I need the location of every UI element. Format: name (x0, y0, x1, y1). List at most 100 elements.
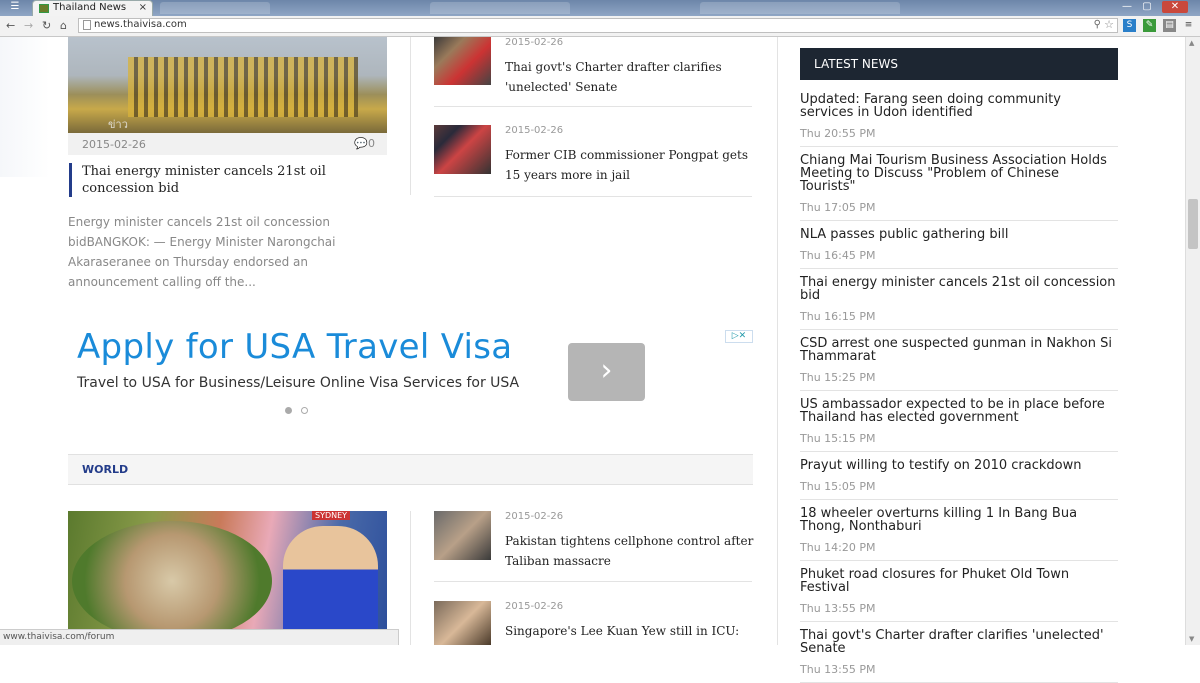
vertical-scrollbar[interactable]: ▲ ▼ (1185, 37, 1200, 645)
window-close-button[interactable]: ✕ (1162, 1, 1188, 13)
latest-news-item-time: Thu 13:55 PM (800, 663, 876, 676)
ad-banner[interactable]: Apply for USA Travel Visa Travel to USA … (68, 327, 753, 417)
adchoices-icon[interactable]: ▷✕ (725, 330, 753, 343)
comment-count-value: 0 (368, 137, 375, 150)
latest-news-item-time: Thu 14:20 PM (800, 541, 876, 554)
main-story-meta: 2015-02-26 💬0 (68, 133, 387, 155)
ad-carousel-dots (285, 399, 317, 418)
side-story-date: 2015-02-26 (505, 125, 564, 136)
extension-icon[interactable]: ▤ (1163, 19, 1176, 32)
latest-news-item-title[interactable]: NLA passes public gathering bill (800, 228, 1118, 241)
world-story-date: 2015-02-26 (505, 511, 564, 522)
side-story[interactable]: 2015-02-26 Thai govt's Charter drafter c… (434, 37, 752, 107)
latest-news-item-title[interactable]: Prayut willing to testify on 2010 crackd… (800, 459, 1118, 472)
star-icon[interactable]: ☆ (1104, 18, 1114, 31)
tab-thailand-news[interactable]: Thailand News × (32, 0, 153, 16)
world-story[interactable]: 2015-02-26 Singapore's Lee Kuan Yew stil… (434, 601, 752, 645)
minimize-button[interactable]: — (1118, 1, 1136, 13)
world-story-thumbnail[interactable] (434, 511, 491, 560)
latest-news-item[interactable]: US ambassador expected to be in place be… (800, 391, 1118, 452)
image-location-tag: SYDNEY (312, 511, 351, 520)
column-divider (410, 511, 411, 645)
latest-news-item[interactable]: Prayut willing to testify on 2010 crackd… (800, 452, 1118, 500)
background-tab[interactable] (160, 2, 270, 14)
reload-icon[interactable]: ↻ (42, 19, 51, 32)
latest-news-item[interactable]: Chiang Mai Tourism Business Association … (800, 147, 1118, 221)
latest-news-item-title[interactable]: US ambassador expected to be in place be… (800, 398, 1118, 424)
status-bar: www.thaivisa.com/forum (0, 629, 399, 645)
world-story-title[interactable]: Pakistan tightens cellphone control afte… (505, 531, 755, 571)
home-icon[interactable]: ⌂ (60, 19, 67, 32)
latest-news-item[interactable]: Phuket road closures for Phuket Old Town… (800, 561, 1118, 622)
latest-news-item[interactable]: Thai energy minister cancels 21st oil co… (800, 269, 1118, 330)
menu-icon[interactable]: ≡ (1182, 19, 1195, 32)
tab-strip: ☰ Thailand News × — ▢ ✕ (0, 0, 1200, 16)
world-story-title[interactable]: Singapore's Lee Kuan Yew still in ICU: (505, 621, 755, 641)
side-story-thumbnail[interactable] (434, 125, 491, 174)
side-story-title[interactable]: Thai govt's Charter drafter clarifies 'u… (505, 57, 755, 97)
next-arrow-icon: › (600, 353, 613, 388)
latest-news-header: LATEST NEWS (800, 48, 1118, 80)
status-url: www.thaivisa.com/forum (3, 632, 115, 642)
side-story-title[interactable]: Former CIB commissioner Pongpat gets 15 … (505, 145, 755, 185)
background-tab[interactable] (700, 2, 900, 14)
scrollbar-thumb[interactable] (1188, 199, 1198, 249)
browser-menu-button[interactable]: ☰ (4, 1, 26, 13)
tab-close-icon[interactable]: × (139, 2, 147, 13)
latest-news-item-title[interactable]: Phuket road closures for Phuket Old Town… (800, 568, 1118, 594)
world-story-thumbnail[interactable] (434, 601, 491, 645)
latest-news-item[interactable]: Updated: Farang seen doing community ser… (800, 86, 1118, 147)
latest-news-item-title[interactable]: Thai govt's Charter drafter clarifies 'u… (800, 629, 1118, 655)
latest-news-item[interactable]: Thai govt's Charter drafter clarifies 'u… (800, 622, 1118, 683)
latest-news-item-time: Thu 16:45 PM (800, 249, 876, 262)
comment-icon: 💬 (354, 137, 368, 150)
ad-headline[interactable]: Apply for USA Travel Visa (77, 327, 512, 367)
main-story-image[interactable]: ข่าว (68, 37, 387, 133)
page-side-decoration (0, 37, 50, 177)
world-story[interactable]: 2015-02-26 Pakistan tightens cellphone c… (434, 511, 755, 582)
world-story-image[interactable]: SYDNEY (68, 511, 387, 645)
column-divider (410, 37, 411, 195)
ad-subline[interactable]: Travel to USA for Business/Leisure Onlin… (77, 375, 519, 391)
world-section-label[interactable]: WORLD (82, 463, 128, 476)
latest-news-item-time: Thu 15:05 PM (800, 480, 876, 493)
latest-news-item-time: Thu 20:55 PM (800, 127, 876, 140)
extension-icon[interactable]: ✎ (1143, 19, 1156, 32)
latest-news-item-time: Thu 15:25 PM (800, 371, 876, 384)
side-story[interactable]: 2015-02-26 Former CIB commissioner Pongp… (434, 125, 752, 197)
latest-news-item[interactable]: CSD arrest one suspected gunman in Nakho… (800, 330, 1118, 391)
latest-news-item-title[interactable]: CSD arrest one suspected gunman in Nakho… (800, 337, 1118, 363)
side-story-thumbnail[interactable] (434, 37, 491, 85)
latest-news-item-title[interactable]: Updated: Farang seen doing community ser… (800, 93, 1118, 119)
latest-news-item-time: Thu 16:15 PM (800, 310, 876, 323)
comment-count[interactable]: 💬0 (354, 137, 375, 150)
latest-news-item-time: Thu 13:55 PM (800, 602, 876, 615)
address-url[interactable]: news.thaivisa.com (94, 19, 187, 30)
latest-news-list: Updated: Farang seen doing community ser… (800, 86, 1118, 683)
latest-news-item-time: Thu 17:05 PM (800, 201, 876, 214)
scroll-up-icon[interactable]: ▲ (1189, 39, 1194, 47)
scroll-down-icon[interactable]: ▼ (1189, 635, 1194, 643)
forward-icon[interactable]: → (24, 19, 33, 32)
main-story-headline[interactable]: Thai energy minister cancels 21st oil co… (69, 163, 387, 197)
reporter-graphic (283, 526, 378, 645)
carousel-dot[interactable] (285, 407, 292, 414)
carousel-dot[interactable] (301, 407, 308, 414)
ad-next-button[interactable]: › (568, 343, 645, 401)
latest-news-item[interactable]: NLA passes public gathering bill Thu 16:… (800, 221, 1118, 269)
address-bar[interactable]: news.thaivisa.com ⚲ ☆ (78, 18, 1118, 33)
maximize-button[interactable]: ▢ (1138, 1, 1156, 13)
latest-news-item-title[interactable]: Thai energy minister cancels 21st oil co… (800, 276, 1118, 302)
world-story-date: 2015-02-26 (505, 601, 564, 612)
latest-news-item[interactable]: 18 wheeler overturns killing 1 In Bang B… (800, 500, 1118, 561)
latest-news-item-title[interactable]: 18 wheeler overturns killing 1 In Bang B… (800, 507, 1118, 533)
back-icon[interactable]: ← (6, 19, 15, 32)
site-favicon-icon (39, 4, 49, 13)
latest-news-item-title[interactable]: Chiang Mai Tourism Business Association … (800, 154, 1118, 193)
background-tab[interactable] (430, 2, 570, 14)
page-icon (83, 20, 91, 30)
search-icon[interactable]: ⚲ (1094, 19, 1101, 30)
main-story-excerpt: Energy minister cancels 21st oil concess… (68, 215, 336, 289)
extension-icon[interactable]: S (1123, 19, 1136, 32)
main-story-date: 2015-02-26 (82, 138, 146, 151)
